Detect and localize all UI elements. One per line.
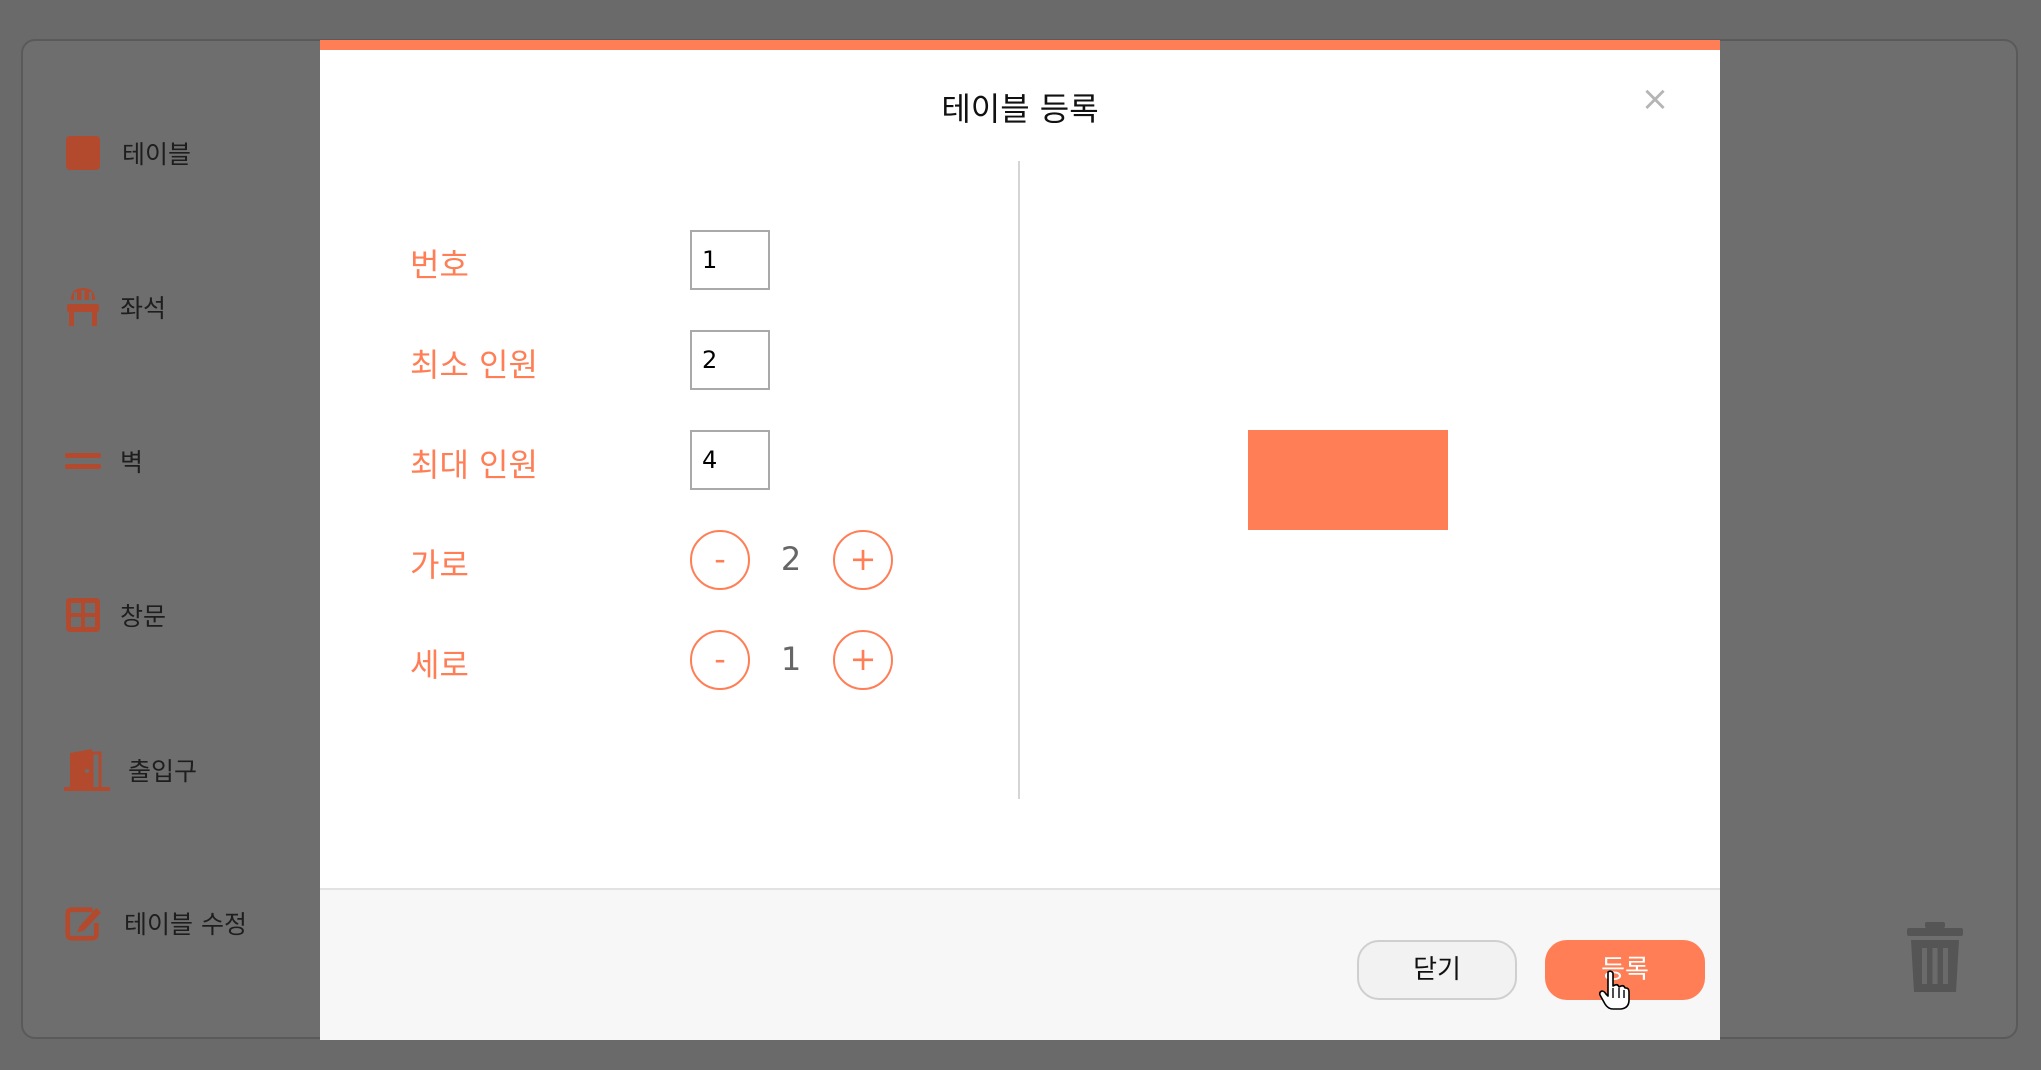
hand-cursor-icon [1598,970,1630,1014]
width-value: 2 [780,540,802,578]
close-icon[interactable]: × [1640,82,1670,116]
sidebar-item-edit-table[interactable]: 테이블 수정 [64,904,247,942]
table-register-modal: 테이블 등록 × 번호 최소 인원 최대 인원 가로 - 2 + 세로 - 1 … [320,40,1720,1040]
wall-lines-icon [64,442,102,480]
sidebar-item-label: 테이블 [122,140,192,169]
sidebar-item-label: 창문 [120,602,167,631]
table-square-icon [64,134,102,172]
width-decrement-button[interactable]: - [690,530,750,590]
width-increment-button[interactable]: + [833,530,893,590]
height-label: 세로 [410,646,469,684]
sidebar-item-label: 벽 [120,448,144,477]
min-people-label: 최소 인원 [410,346,538,384]
width-label: 가로 [410,546,469,584]
height-decrement-button[interactable]: - [690,630,750,690]
number-label: 번호 [410,246,469,284]
edit-icon [64,904,102,942]
vertical-divider [1018,161,1020,799]
sidebar-item-label: 테이블 수정 [124,910,247,939]
sidebar-item-window[interactable]: 창문 [64,596,166,634]
sidebar-item-wall[interactable]: 벽 [64,442,143,480]
number-input[interactable] [690,230,770,290]
height-value: 1 [780,640,802,678]
modal-footer: 닫기 등록 [320,888,1720,1040]
door-icon [64,748,110,792]
window-grid-icon [64,596,102,634]
chair-icon [64,288,102,326]
sidebar-item-seat[interactable]: 좌석 [64,288,166,326]
table-preview-shape [1248,430,1448,530]
height-increment-button[interactable]: + [833,630,893,690]
max-people-input[interactable] [690,430,770,490]
close-button[interactable]: 닫기 [1357,940,1517,1000]
min-people-input[interactable] [690,330,770,390]
sidebar-item-label: 좌석 [120,294,167,323]
sidebar-item-table[interactable]: 테이블 [64,134,191,172]
modal-title: 테이블 등록 [941,90,1099,128]
sidebar-item-entrance[interactable]: 출입구 [64,748,197,792]
trash-icon[interactable] [1905,922,1965,998]
sidebar-item-label: 출입구 [128,757,198,786]
max-people-label: 최대 인원 [410,446,538,484]
